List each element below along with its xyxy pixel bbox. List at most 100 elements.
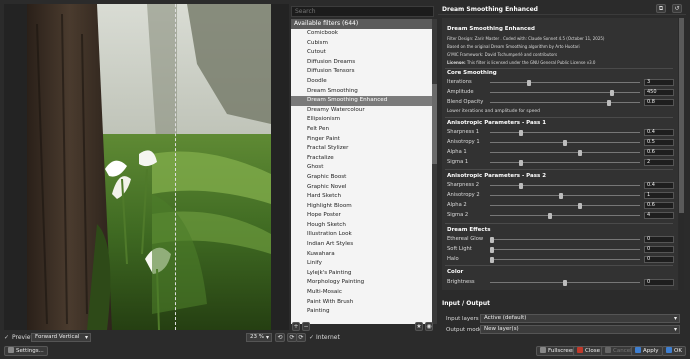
param-slider[interactable] [490, 185, 640, 186]
filter-list-item[interactable]: Comicbook [291, 29, 432, 39]
filter-list-item[interactable]: Indian Art Styles [291, 240, 432, 250]
filter-list-scrollbar[interactable] [432, 19, 437, 324]
preview-image[interactable] [27, 4, 271, 330]
filter-list-item[interactable]: Hough Sketch [291, 221, 432, 231]
filter-list-item[interactable]: Fractal Stylizer [291, 144, 432, 154]
filter-list-item[interactable]: Painting [291, 307, 432, 317]
filter-list-item[interactable]: Fractalize [291, 154, 432, 164]
filter-tree-header[interactable]: Available filters (644) [291, 19, 432, 29]
param-value-spinbox[interactable]: 0 [644, 279, 674, 286]
filter-list-item[interactable]: Highlight Bloom [291, 202, 432, 212]
param-slider-handle[interactable] [519, 159, 524, 166]
param-slider-handle[interactable] [548, 212, 553, 219]
filter-list-item[interactable]: Hope Poster [291, 211, 432, 221]
param-slider-handle[interactable] [577, 202, 582, 209]
filter-list-item[interactable]: Cutout [291, 48, 432, 58]
param-slider[interactable] [490, 239, 640, 240]
filter-list-item[interactable]: Paint With Brush [291, 298, 432, 308]
filter-list-item[interactable]: Diffusion Tensors [291, 67, 432, 77]
io-section-title[interactable]: Input / Output [442, 300, 490, 307]
param-slider-handle[interactable] [490, 236, 494, 243]
param-slider-handle[interactable] [490, 256, 494, 263]
param-value-spinbox[interactable]: 1 [644, 192, 674, 199]
ok-button[interactable]: OK [662, 346, 686, 356]
param-slider-handle[interactable] [563, 279, 567, 286]
filter-list-item[interactable]: Morphology Painting [291, 278, 432, 288]
filter-list-item[interactable]: Cubism [291, 39, 432, 49]
param-slider[interactable] [490, 82, 640, 83]
param-value-spinbox[interactable]: 2 [644, 159, 674, 166]
param-slider[interactable] [490, 215, 640, 216]
preview-mode-select[interactable]: Forward Vertical [31, 333, 91, 342]
filter-list-item[interactable]: Kuwahara [291, 250, 432, 260]
filter-tree[interactable]: Available filters (644) Comicbook Cubism C… [291, 19, 432, 324]
preview-check-icon[interactable]: ✓ [4, 334, 10, 341]
filter-list-scroll-thumb[interactable] [432, 84, 437, 164]
param-slider-handle[interactable] [490, 246, 494, 253]
filter-list-item[interactable]: Doodle [291, 77, 432, 87]
param-slider-handle[interactable] [519, 182, 524, 189]
filter-list-item[interactable]: Dreamy Watercolour [291, 106, 432, 116]
zoom-reset-icon[interactable]: ⟲ [275, 333, 285, 342]
param-value-spinbox[interactable]: 3 [644, 79, 674, 86]
param-value-spinbox[interactable]: 0 [644, 246, 674, 253]
input-layers-select[interactable]: Active (default) [480, 314, 680, 323]
param-slider[interactable] [490, 92, 640, 93]
param-slider-handle[interactable] [526, 79, 531, 86]
filter-list-item[interactable]: Illustration Look [291, 230, 432, 240]
filter-list-item[interactable]: Linify [291, 259, 432, 269]
split-line[interactable] [175, 4, 176, 330]
settings-button[interactable]: Settings... [4, 346, 48, 356]
preview-area[interactable] [4, 4, 289, 330]
param-slider[interactable] [490, 132, 640, 133]
param-slider[interactable] [490, 102, 640, 103]
param-slider-handle[interactable] [563, 139, 567, 146]
param-value-spinbox[interactable]: 4 [644, 212, 674, 219]
apply-button[interactable]: Apply [631, 346, 663, 356]
param-value-spinbox[interactable]: 0 [644, 236, 674, 243]
param-slider-handle[interactable] [558, 192, 563, 199]
output-mode-select[interactable]: New layer(s) [480, 325, 680, 334]
filter-list-item[interactable]: Multi-Mosaic [291, 288, 432, 298]
param-value-spinbox[interactable]: 0.4 [644, 182, 674, 189]
collapse-icon[interactable]: − [302, 322, 310, 331]
filter-list-item[interactable]: Finger Paint [291, 135, 432, 145]
param-slider-handle[interactable] [577, 149, 582, 156]
filter-list-item[interactable]: Dream Smoothing Enhanced [291, 96, 432, 106]
param-value-spinbox[interactable]: 0.4 [644, 129, 674, 136]
filter-list-item[interactable]: Lylejk's Painting [291, 269, 432, 279]
param-value-spinbox[interactable]: 0.6 [644, 149, 674, 156]
param-slider[interactable] [490, 259, 640, 260]
reset-params-icon[interactable]: ↺ [672, 4, 682, 13]
filter-list-item[interactable]: Graphic Boost [291, 173, 432, 183]
filter-list-item[interactable]: Ghost [291, 163, 432, 173]
filter-list-item[interactable]: Hard Sketch [291, 192, 432, 202]
param-slider[interactable] [490, 195, 640, 196]
filter-search-input[interactable] [291, 6, 434, 17]
filter-list-item[interactable]: Dream Smoothing [291, 87, 432, 97]
param-slider-handle[interactable] [606, 99, 611, 106]
param-value-spinbox[interactable]: 0 [644, 256, 674, 263]
param-slider-handle[interactable] [519, 129, 524, 136]
filter-list-item[interactable]: Diffusion Dreams [291, 58, 432, 68]
close-button[interactable]: Close [573, 346, 604, 356]
param-value-spinbox[interactable]: 450 [644, 89, 674, 96]
param-value-spinbox[interactable]: 0.5 [644, 139, 674, 146]
expand-icon[interactable]: + [292, 322, 300, 331]
params-scroll-thumb[interactable] [679, 18, 684, 213]
visibility-icon[interactable]: ◉ [425, 322, 433, 331]
zoom-select[interactable]: 23 % [246, 333, 272, 342]
param-slider[interactable] [490, 162, 640, 163]
param-slider[interactable] [490, 152, 640, 153]
internet-check-icon[interactable]: ✓ [309, 334, 314, 341]
filter-list-item[interactable]: Ellipsionism [291, 115, 432, 125]
filter-list-item[interactable]: Felt Pen [291, 125, 432, 135]
param-slider-handle[interactable] [609, 89, 614, 96]
internet-update-icon[interactable]: ⟳ [296, 333, 306, 342]
param-value-spinbox[interactable]: 0.6 [644, 202, 674, 209]
parameters-area[interactable]: Dream Smoothing Enhanced Filter Design: … [442, 18, 678, 290]
favorite-icon[interactable]: ★ [415, 322, 423, 331]
param-slider[interactable] [490, 249, 640, 250]
filter-list-item[interactable]: Graphic Novel [291, 183, 432, 193]
copy-command-icon[interactable]: ⧉ [656, 4, 666, 13]
